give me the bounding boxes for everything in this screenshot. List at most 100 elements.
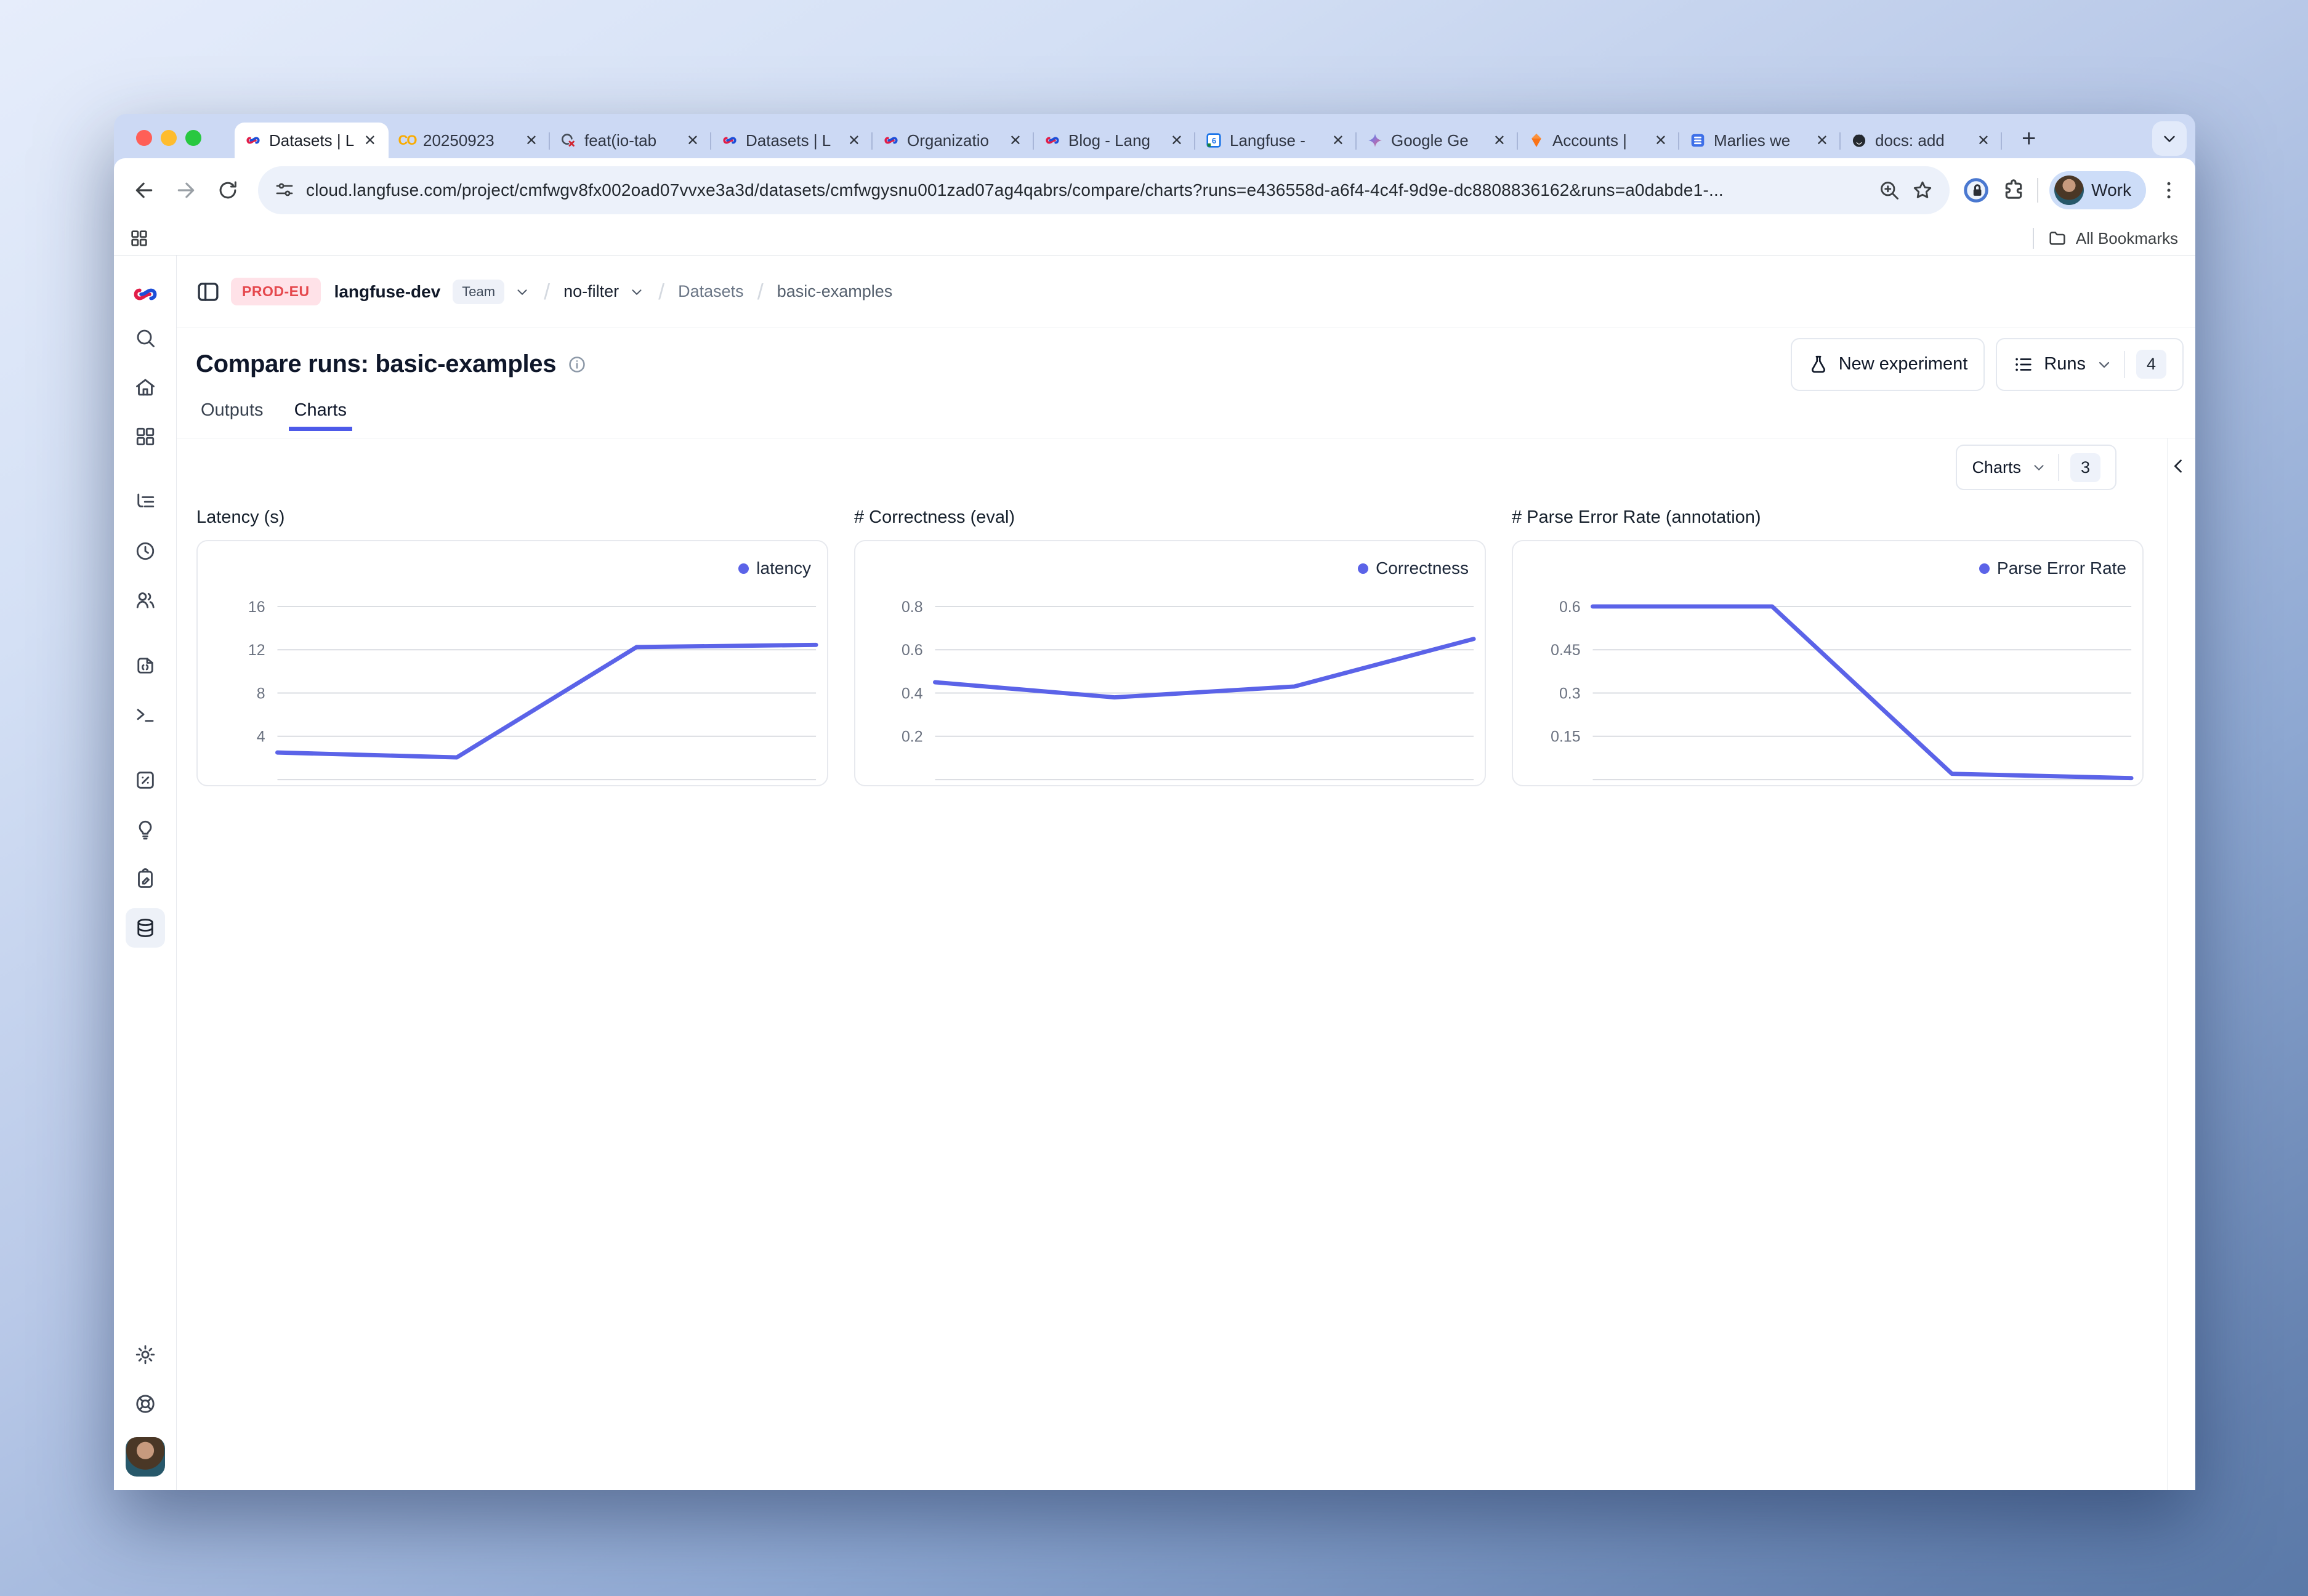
tab-title: Google Ge	[1391, 131, 1483, 150]
chevron-down-icon	[2160, 129, 2179, 148]
tab-title: Marlies we	[1714, 131, 1806, 150]
chart-block: # Correctness (eval) 0.80.60.40.2 Correc…	[854, 507, 1486, 786]
close-tab-icon[interactable]: ✕	[1975, 131, 1992, 151]
tab-title: 20250923	[423, 131, 515, 150]
project-name[interactable]: no-filter	[563, 282, 619, 301]
reload-button[interactable]	[210, 172, 246, 208]
new-experiment-button[interactable]: New experiment	[1791, 338, 1985, 391]
all-bookmarks-label[interactable]: All Bookmarks	[2076, 229, 2178, 248]
zoom-in-icon[interactable]	[1878, 179, 1900, 201]
browser-tab[interactable]: Datasets | L ✕	[711, 123, 873, 158]
close-tab-icon[interactable]: ✕	[361, 131, 379, 151]
svg-text:0.4: 0.4	[902, 685, 923, 702]
chart-card[interactable]: 0.60.450.30.15 Parse Error Rate	[1512, 540, 2144, 786]
tab-outputs[interactable]: Outputs	[201, 400, 264, 430]
address-bar[interactable]: cloud.langfuse.com/project/cmfwgv8fx002o…	[258, 166, 1950, 214]
user-avatar[interactable]	[126, 1437, 165, 1477]
sidebar-item-insights[interactable]	[126, 810, 165, 849]
chevron-down-icon	[2096, 356, 2113, 373]
close-tab-icon[interactable]: ✕	[523, 131, 540, 151]
browser-tab[interactable]: Accounts |✕	[1518, 123, 1679, 158]
tab-charts[interactable]: Charts	[294, 400, 347, 430]
tab-title: feat(io-tab	[584, 131, 677, 150]
sidebar-item-dashboards[interactable]	[126, 417, 165, 456]
browser-tab[interactable]: CO 20250923 ✕	[389, 123, 550, 158]
chevron-left-icon	[2168, 456, 2189, 477]
org-name[interactable]: langfuse-dev	[334, 282, 441, 302]
legend-label: latency	[756, 558, 811, 578]
sidebar-item-home[interactable]	[126, 368, 165, 407]
breadcrumb-current-item[interactable]: basic-examples	[777, 282, 893, 301]
browser-tab[interactable]: Marlies we ✕	[1679, 123, 1841, 158]
browser-tab[interactable]: Google Ge ✕	[1357, 123, 1518, 158]
info-icon[interactable]	[567, 355, 587, 374]
sidebar-toggle-icon[interactable]	[195, 279, 221, 305]
runs-count-badge: 4	[2136, 350, 2166, 379]
breadcrumb-datasets-link[interactable]: Datasets	[678, 282, 744, 301]
org-chevron-icon[interactable]	[514, 284, 530, 300]
browser-menu-icon[interactable]	[2157, 179, 2181, 202]
svg-text:0.6: 0.6	[1559, 599, 1581, 616]
new-tab-button[interactable]: +	[2015, 124, 2042, 153]
window-controls[interactable]	[136, 130, 201, 146]
close-tab-icon[interactable]: ✕	[1330, 131, 1347, 151]
close-window-button[interactable]	[136, 130, 152, 146]
close-tab-icon[interactable]: ✕	[1007, 131, 1024, 151]
sidebar-item-search[interactable]	[126, 318, 165, 358]
settings-icon[interactable]	[126, 1335, 165, 1374]
sidebar-item-users[interactable]	[126, 581, 165, 620]
tab-search-button[interactable]	[2152, 121, 2187, 156]
sidebar-item-datasets[interactable]	[126, 908, 165, 948]
folder-icon	[2048, 228, 2067, 248]
colab-favicon-icon: CO	[398, 132, 416, 149]
url-text[interactable]: cloud.langfuse.com/project/cmfwgv8fx002o…	[306, 180, 1867, 200]
zoom-window-button[interactable]	[185, 130, 201, 146]
sidebar-item-evaluators[interactable]	[126, 760, 165, 800]
app-main: PROD-EU langfuse-dev Team / no-filter / …	[177, 256, 2195, 1490]
minimize-window-button[interactable]	[161, 130, 177, 146]
chart-card[interactable]: 0.80.60.40.2 Correctness	[854, 540, 1486, 786]
chart-card[interactable]: 161284 latency	[196, 540, 828, 786]
close-tab-icon[interactable]: ✕	[1491, 131, 1508, 151]
browser-tab[interactable]: docs: add✕	[1841, 123, 2002, 158]
back-button[interactable]	[126, 172, 162, 208]
browser-tab[interactable]: Datasets | L✕	[235, 123, 389, 158]
browser-tab[interactable]: Blog - Lang✕	[1034, 123, 1195, 158]
tab-title: Datasets | L	[746, 131, 838, 150]
bookmark-star-icon[interactable]	[1911, 179, 1934, 201]
project-chevron-icon[interactable]	[629, 284, 645, 300]
sidebar-item-prompts[interactable]	[126, 646, 165, 685]
bookmarks-bar: All Bookmarks	[114, 222, 2195, 256]
forward-button[interactable]	[168, 172, 204, 208]
apps-grid-icon[interactable]	[129, 228, 150, 249]
charts-filter-button[interactable]: Charts 3	[1956, 445, 2116, 490]
toolbar-divider	[2037, 178, 2038, 203]
sidebar-item-playground[interactable]	[126, 695, 165, 735]
collapse-panel-button[interactable]	[2165, 452, 2193, 480]
close-tab-icon[interactable]: ✕	[1652, 131, 1669, 151]
gem-favicon-icon	[1528, 132, 1545, 149]
close-tab-icon[interactable]: ✕	[1168, 131, 1185, 151]
langfuse-logo[interactable]	[131, 280, 159, 308]
chart-legend: Correctness	[1358, 558, 1469, 578]
site-settings-icon[interactable]	[274, 180, 295, 201]
sidebar-item-sessions[interactable]	[126, 531, 165, 571]
browser-tab[interactable]: 6Langfuse -✕	[1195, 123, 1357, 158]
sidebar-item-tracing[interactable]	[126, 482, 165, 522]
password-manager-icon[interactable]	[1962, 176, 1990, 204]
browser-tab[interactable]: Organizatio✕	[873, 123, 1034, 158]
environment-badge[interactable]: PROD-EU	[231, 278, 321, 305]
sidebar-item-annotation[interactable]	[126, 859, 165, 898]
legend-dot-icon	[738, 563, 749, 574]
extensions-puzzle-icon[interactable]	[2001, 178, 2026, 203]
runs-dropdown-button[interactable]: Runs 4	[1996, 338, 2184, 391]
browser-tab[interactable]: feat(io-tab ✕	[550, 123, 711, 158]
close-tab-icon[interactable]: ✕	[1814, 131, 1831, 151]
close-tab-icon[interactable]: ✕	[845, 131, 863, 151]
support-icon[interactable]	[126, 1384, 165, 1424]
close-tab-icon[interactable]: ✕	[684, 131, 701, 151]
org-plan-badge: Team	[453, 280, 504, 304]
svg-text:6: 6	[1212, 136, 1216, 145]
reload-icon	[216, 179, 240, 202]
profile-chip[interactable]: Work	[2049, 171, 2146, 209]
